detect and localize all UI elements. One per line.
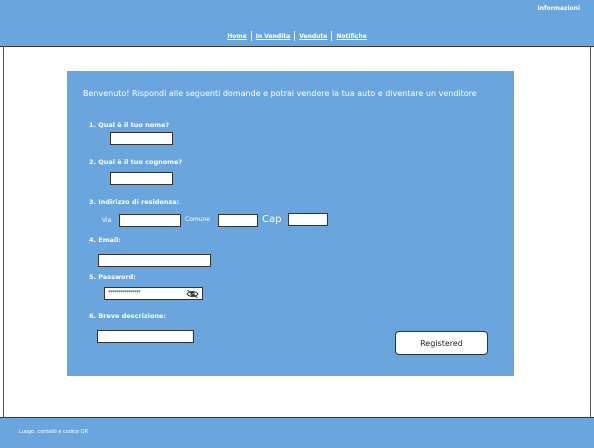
footer-text: Luogo, contatti e codice QR [19, 429, 89, 435]
nav-home[interactable]: Home [223, 33, 250, 40]
cap-input[interactable] [288, 213, 328, 226]
eye-slash-icon[interactable] [186, 289, 199, 299]
question-email: 4. Email: [89, 236, 121, 244]
password-value: **************** [108, 290, 141, 296]
password-field[interactable]: **************** [104, 287, 203, 300]
footer: Luogo, contatti e codice QR [0, 417, 594, 448]
nav-divider [250, 31, 252, 41]
nav-in-vendita[interactable]: In Vendita [252, 33, 295, 40]
question-description: 6. Breve descrizione: [89, 312, 167, 320]
nav-divider [331, 31, 333, 41]
nav-vendute[interactable]: Vendute [295, 33, 331, 40]
email-input[interactable] [98, 254, 211, 267]
question-last-name: 2. Qual è il tuo cognome? [89, 158, 183, 166]
question-first-name: 1. Qual è il tuo nome? [89, 121, 170, 129]
first-name-input[interactable] [110, 132, 173, 145]
cap-label: Cap [262, 214, 282, 225]
info-link[interactable]: Informazioni [538, 5, 581, 12]
comune-label: Comune [185, 216, 211, 223]
main-nav: Home In Vendita Vendute Notifiche [0, 31, 594, 41]
description-input[interactable] [97, 330, 194, 343]
nav-divider [294, 31, 296, 41]
top-bar: Informazioni Home In Vendita Vendute Not… [0, 0, 594, 47]
via-label: Via [102, 217, 112, 224]
last-name-input[interactable] [110, 172, 173, 185]
registration-form: Benvenuto! Rispondi alle seguenti domand… [67, 71, 514, 376]
via-input[interactable] [119, 214, 181, 227]
welcome-text: Benvenuto! Rispondi alle seguenti domand… [83, 89, 477, 98]
comune-input[interactable] [218, 214, 258, 227]
nav-notifiche[interactable]: Notifiche [332, 33, 370, 40]
question-address: 3. Indirizzo di residenza: [89, 198, 180, 206]
question-password: 5. Password: [89, 273, 136, 281]
register-button[interactable]: Registered [395, 331, 488, 355]
